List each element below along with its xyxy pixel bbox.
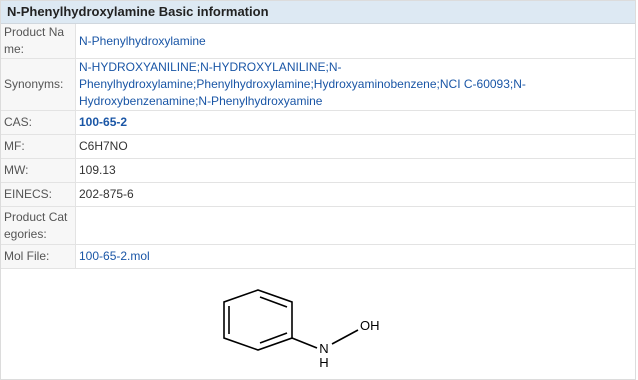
cas-link[interactable]: 100-65-2 xyxy=(75,110,635,135)
benzene-ring xyxy=(223,288,359,351)
mw-label: MW: xyxy=(1,158,76,183)
mol-file-link[interactable]: 100-65-2.mol xyxy=(75,244,635,269)
synonyms-link[interactable]: N-HYDROXYANILINE;N-HYDROXYLANILINE;N-Phe… xyxy=(75,58,635,111)
product-categories-label: Product Cat egories: xyxy=(1,206,76,245)
atom-oh: OH xyxy=(360,318,380,333)
cas-label: CAS: xyxy=(1,110,76,135)
einecs-label: EINECS: xyxy=(1,182,76,207)
mol-file-label: Mol File: xyxy=(1,244,76,269)
structure-row: N H OH xyxy=(1,269,635,379)
basic-info-panel: N-Phenylhydroxylamine Basic information … xyxy=(0,0,636,380)
mf-value: C6H7NO xyxy=(75,134,635,159)
structure-cell: N H OH xyxy=(1,269,635,379)
panel-title: N-Phenylhydroxylamine Basic information xyxy=(1,1,635,24)
table-row: CAS: 100-65-2 xyxy=(1,110,635,135)
info-table: Product Na me: N-Phenylhydroxylamine Syn… xyxy=(1,24,635,379)
c-n-bond xyxy=(291,337,318,349)
synonyms-label: Synonyms: xyxy=(1,58,76,111)
ring-outline xyxy=(223,288,293,351)
mw-value: 109.13 xyxy=(75,158,635,183)
n-o-bond xyxy=(331,329,359,345)
atom-n: N xyxy=(319,341,328,356)
product-name-link[interactable]: N-Phenylhydroxylamine xyxy=(75,24,635,59)
table-row: Synonyms: N-HYDROXYANILINE;N-HYDROXYLANI… xyxy=(1,58,635,111)
table-row: Product Na me: N-Phenylhydroxylamine xyxy=(1,24,635,59)
table-row: MF: C6H7NO xyxy=(1,134,635,159)
mf-label: MF: xyxy=(1,134,76,159)
table-row: Mol File: 100-65-2.mol xyxy=(1,244,635,269)
einecs-value: 202-875-6 xyxy=(75,182,635,207)
atom-h: H xyxy=(319,355,328,370)
product-categories-value xyxy=(75,206,635,245)
table-row: EINECS: 202-875-6 xyxy=(1,182,635,207)
product-name-label: Product Na me: xyxy=(1,24,76,59)
chemical-structure-image: N H OH xyxy=(223,288,380,370)
table-row: MW: 109.13 xyxy=(1,158,635,183)
table-row: Product Cat egories: xyxy=(1,206,635,245)
